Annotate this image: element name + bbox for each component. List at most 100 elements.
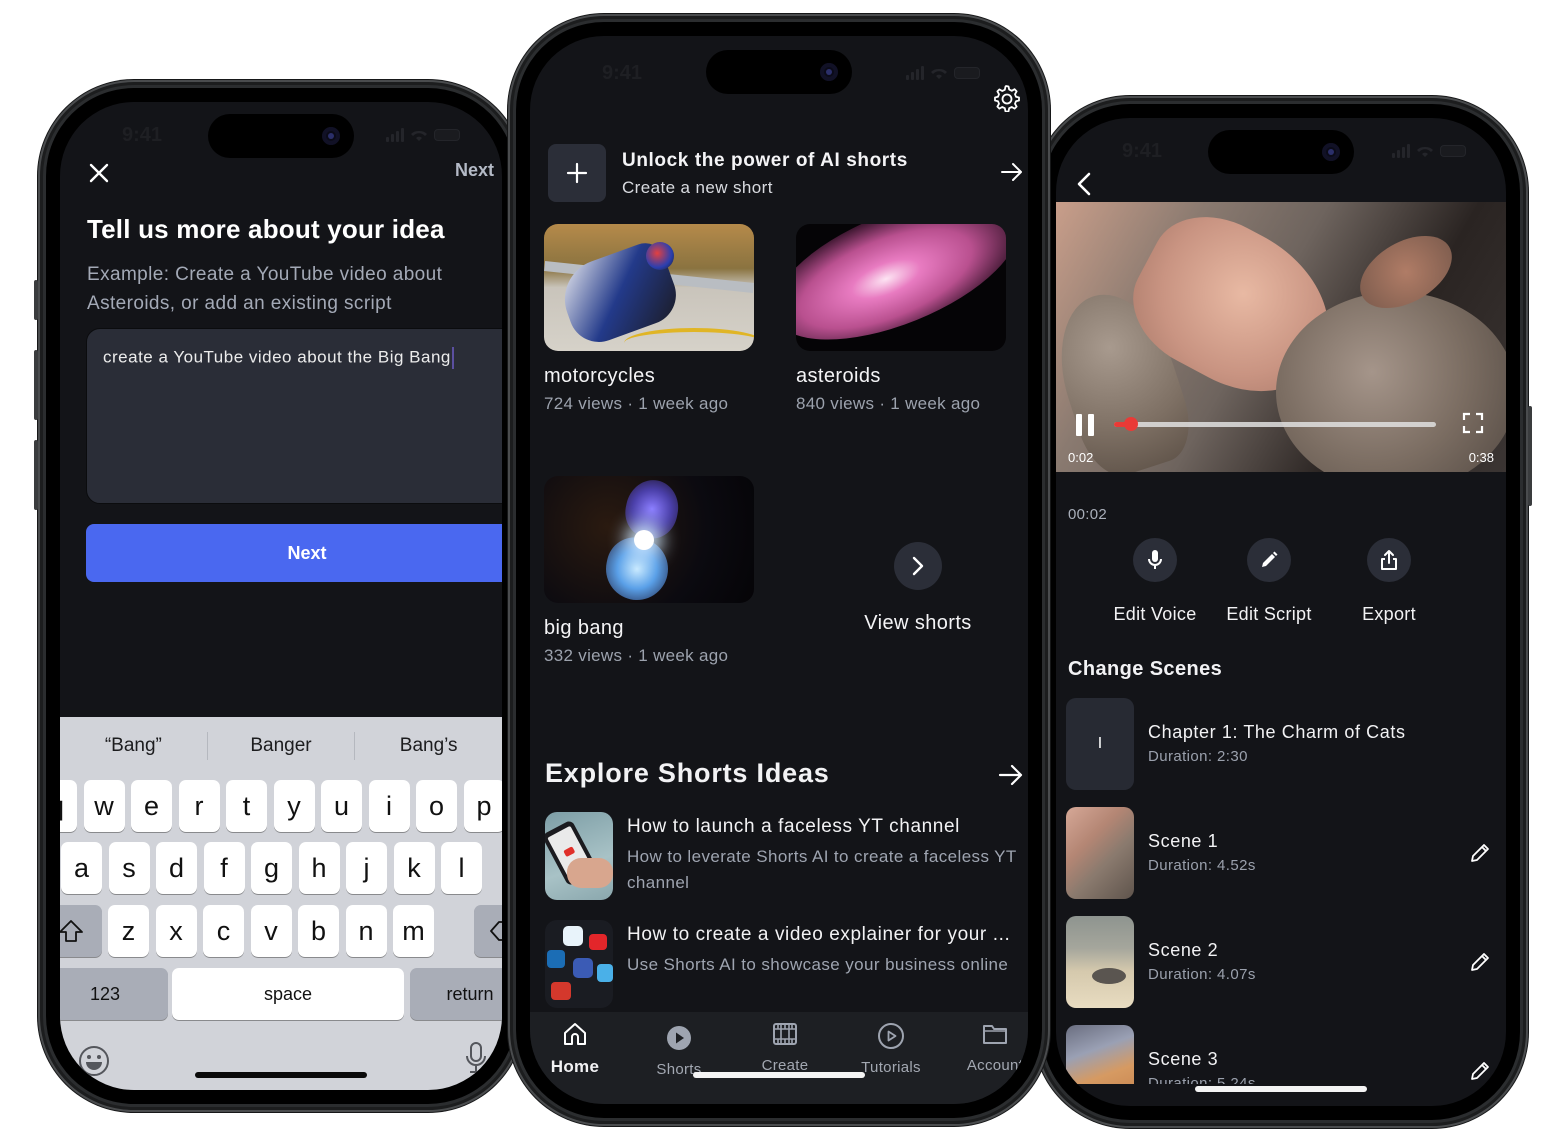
- home-indicator: [1195, 1086, 1367, 1092]
- key-u[interactable]: u: [321, 780, 362, 832]
- phone-editor-screen: 9:41 0:02 0:38 00:02 Edit Voice Edit Scr…: [1034, 96, 1532, 1128]
- key-g[interactable]: g: [251, 842, 292, 894]
- phone-side-button: [1528, 406, 1532, 506]
- shift-key[interactable]: [60, 905, 102, 957]
- status-icons: [1392, 144, 1466, 158]
- chapter-letter: I: [1097, 735, 1103, 752]
- fullscreen-icon[interactable]: [1462, 412, 1484, 434]
- key-f[interactable]: f: [203, 842, 245, 894]
- status-time: 9:41: [602, 62, 643, 84]
- key-o[interactable]: o: [416, 780, 457, 832]
- phone-bezel: 9:41 Next Tell us more about your idea E…: [46, 88, 516, 1104]
- key-q[interactable]: q: [60, 780, 77, 832]
- key-c[interactable]: c: [203, 905, 244, 957]
- plus-icon: [566, 162, 588, 184]
- scene-title: Chapter 1: The Charm of Cats: [1148, 722, 1406, 742]
- keyboard: “Bang” Banger Bang’s qwertyuiop asdfghjkl…: [60, 717, 502, 1090]
- tab-label: Account: [966, 1057, 1024, 1074]
- suggestion-item[interactable]: Banger: [208, 735, 355, 757]
- short-card[interactable]: big bang 332 views · 1 week ago: [544, 476, 754, 666]
- tab-account[interactable]: Account: [950, 1020, 1028, 1074]
- idea-input[interactable]: create a YouTube video about the Big Ban…: [86, 328, 502, 504]
- key-r[interactable]: r: [178, 780, 220, 832]
- scene-item[interactable]: Scene 2 Duration: 4.07s: [1066, 916, 1506, 1008]
- tab-tutorials[interactable]: Tutorials: [846, 1022, 936, 1076]
- folder-icon: [983, 1025, 1007, 1044]
- next-button[interactable]: Next: [86, 524, 502, 582]
- back-chevron-icon[interactable]: [1074, 170, 1096, 198]
- scene-item[interactable]: Scene 1 Duration: 4.52s: [1066, 807, 1506, 899]
- key-p[interactable]: p: [463, 780, 502, 832]
- camera-icon: [322, 127, 340, 145]
- key-s[interactable]: s: [108, 842, 150, 894]
- suggestion-item[interactable]: Bang’s: [355, 735, 502, 757]
- scene-duration: Duration: 5.24s: [1148, 1075, 1256, 1084]
- edit-script-button[interactable]: Edit Script: [1214, 538, 1324, 625]
- tab-home[interactable]: Home: [530, 1020, 620, 1077]
- short-card[interactable]: motorcycles 724 views · 1 week ago: [544, 224, 754, 414]
- video-progress-bar[interactable]: [1114, 417, 1436, 431]
- gear-icon[interactable]: [992, 84, 1020, 112]
- edit-voice-button[interactable]: Edit Voice: [1100, 538, 1210, 625]
- key-l[interactable]: l: [441, 842, 482, 894]
- close-icon[interactable]: [88, 162, 110, 184]
- wifi-icon: [1417, 146, 1433, 157]
- phone-side-button: [34, 440, 38, 510]
- edit-pencil-icon[interactable]: [1468, 841, 1492, 865]
- key-k[interactable]: k: [393, 842, 435, 894]
- key-v[interactable]: v: [250, 905, 292, 957]
- key-d[interactable]: d: [156, 842, 197, 894]
- tab-create[interactable]: Create: [740, 1020, 830, 1074]
- text-caret: [451, 347, 454, 369]
- key-y[interactable]: y: [273, 780, 315, 832]
- view-shorts-button[interactable]: View shorts: [848, 542, 988, 635]
- add-button[interactable]: [548, 144, 606, 202]
- return-key[interactable]: return: [410, 968, 502, 1020]
- video-player[interactable]: 0:02 0:38: [1056, 202, 1506, 472]
- microphone-icon[interactable]: [464, 1041, 488, 1075]
- video-duration: 0:38: [1468, 450, 1494, 465]
- create-short-banner[interactable]: Unlock the power of AI shorts Create a n…: [548, 144, 1028, 204]
- tab-shorts[interactable]: Shorts: [634, 1024, 724, 1078]
- wifi-icon: [931, 68, 947, 79]
- suggestion-item[interactable]: “Bang”: [60, 735, 207, 757]
- banner-subtitle: Create a new short: [622, 178, 773, 197]
- idea-item[interactable]: How to launch a faceless YT channel How …: [545, 812, 1028, 900]
- key-w[interactable]: w: [83, 780, 125, 832]
- scene-item[interactable]: Scene 3 Duration: 5.24s: [1066, 1025, 1506, 1084]
- idea-input-value: create a YouTube video about the Big Ban…: [103, 347, 451, 367]
- space-key[interactable]: space: [172, 968, 404, 1020]
- phone-idea-screen: 9:41 Next Tell us more about your idea E…: [34, 80, 524, 1112]
- edit-pencil-icon[interactable]: [1468, 950, 1492, 974]
- pause-button[interactable]: [1076, 414, 1096, 436]
- key-b[interactable]: b: [298, 905, 339, 957]
- chapter-item[interactable]: I Chapter 1: The Charm of Cats Duration:…: [1066, 698, 1506, 790]
- key-n[interactable]: n: [345, 905, 387, 957]
- camera-icon: [820, 63, 838, 81]
- key-h[interactable]: h: [298, 842, 340, 894]
- key-x[interactable]: x: [155, 905, 197, 957]
- status-icons: [386, 128, 460, 142]
- key-m[interactable]: m: [393, 905, 434, 957]
- key-j[interactable]: j: [346, 842, 387, 894]
- key-e[interactable]: e: [131, 780, 172, 832]
- signal-icon: [386, 128, 404, 142]
- key-i[interactable]: i: [368, 780, 410, 832]
- numbers-key[interactable]: 123: [60, 968, 168, 1020]
- phone-home-screen: 9:41 Unlock the power of AI shorts Creat…: [508, 14, 1050, 1126]
- delete-key[interactable]: [474, 905, 502, 957]
- progress-knob[interactable]: [1124, 417, 1139, 431]
- microphone-icon: [1148, 550, 1162, 569]
- short-card[interactable]: asteroids 840 views · 1 week ago: [796, 224, 1006, 414]
- short-title: motorcycles: [544, 365, 656, 387]
- key-t[interactable]: t: [226, 780, 267, 832]
- emoji-icon[interactable]: [78, 1045, 110, 1077]
- next-header-button[interactable]: Next: [455, 160, 494, 181]
- export-button[interactable]: Export: [1334, 538, 1444, 625]
- idea-item[interactable]: How to create a video explainer for your…: [545, 920, 1028, 1008]
- home-icon: [564, 1023, 586, 1045]
- arrow-right-icon[interactable]: [998, 762, 1024, 788]
- key-a[interactable]: a: [61, 842, 102, 894]
- key-z[interactable]: z: [108, 905, 149, 957]
- edit-pencil-icon[interactable]: [1468, 1059, 1492, 1083]
